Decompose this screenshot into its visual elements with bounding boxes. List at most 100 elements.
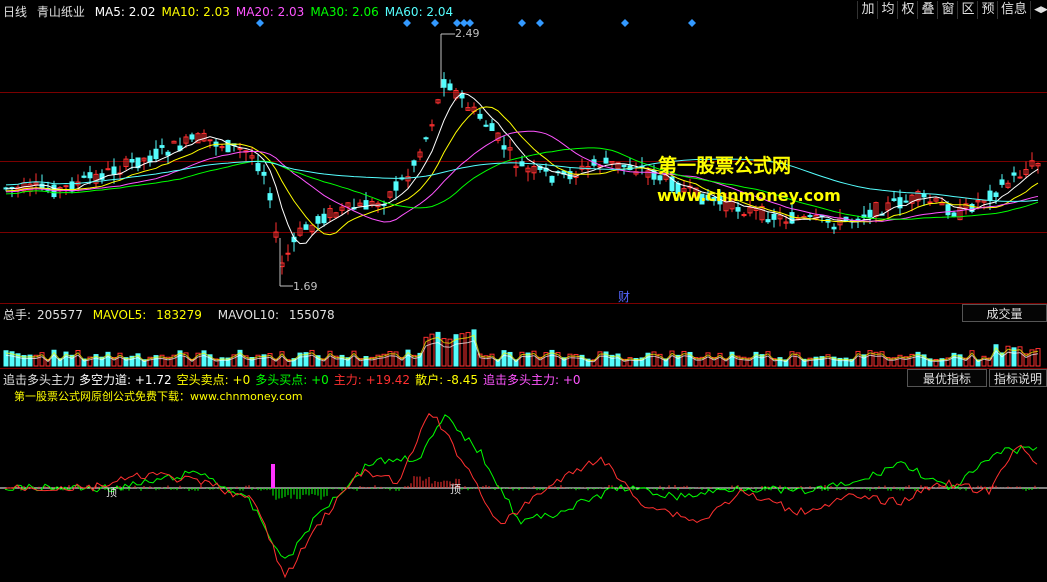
candle-body [321,213,327,224]
high-price-label: 2.49 [455,27,480,40]
candle-body [447,83,453,91]
top-marker-1: 顶 [106,486,117,499]
candle-body [1011,172,1017,176]
candle-body [363,200,369,210]
candle-body [735,207,741,212]
candle-body [771,213,777,220]
candle-body [105,168,111,171]
candle-body [921,193,927,198]
candle-body [189,134,195,140]
toolbar-button-5[interactable]: 区 [957,1,978,19]
indicator-value-0: 多空力道: +1.72 [79,373,172,387]
candle-body [165,151,171,156]
volume-chart[interactable] [0,320,1047,368]
candle-body [207,139,213,142]
candle-body [951,212,957,217]
candle-body [255,163,261,172]
signal-diamond-icon [621,19,629,27]
toolbar-button-0[interactable]: 加 [857,1,878,19]
indicator-divider [0,368,1047,369]
signal-diamond-icon [518,19,526,27]
toolbar-button-4[interactable]: 窗 [937,1,958,19]
candle-body [603,157,609,164]
candle-body [549,175,555,183]
signal-diamond-icon [536,19,544,27]
candle-body [987,190,993,201]
candle-body [81,175,87,178]
candle-body [285,252,291,255]
candle-body [303,224,309,230]
candle-body [393,181,399,191]
candle-body [807,215,813,218]
candle-body [261,171,267,176]
candle-body [999,179,1005,185]
toolbar-button-6[interactable]: 预 [977,1,998,19]
indicator-value-2: 多头买点: +0 [255,373,329,387]
indicator-info: 追击多头主力 多空力道: +1.72 空头卖点: +0 多头买点: +0 主力: +19… [3,371,586,388]
indicator-chart[interactable] [0,402,1047,582]
candle-body [867,209,873,218]
period-label[interactable]: 日线 [3,5,27,19]
candle-body [147,155,153,163]
candle-body [483,124,489,127]
candle-body [267,193,273,201]
watermark-url: www.chnmoney.com [657,186,841,205]
candle-body [237,147,243,150]
signal-diamond-icon [453,19,461,27]
main-force-line [4,412,1038,579]
candle-body [765,219,771,223]
candle-body [519,161,525,167]
candle-body [621,164,627,168]
candle-body [129,159,135,163]
candle-body [903,200,909,203]
indicator-values: 多空力道: +1.72 空头卖点: +0 多头买点: +0 主力: +19.42 散户:… [79,373,586,387]
indicator-value-1: 空头卖点: +0 [176,373,251,387]
toolbar-button-3[interactable]: 叠 [917,1,938,19]
candle-body [411,160,417,166]
signal-diamond-icon [688,19,696,27]
candle-body [477,113,483,119]
ma-value-2: MA20: 2.03 [235,5,305,19]
candle-body [489,123,495,131]
ma-value-0: MA5: 2.02 [94,5,156,19]
signal-diamond-icon [403,19,411,27]
ma-value-4: MA60: 2.04 [384,5,454,19]
signal-diamond-icon [466,19,474,27]
indicator-name[interactable]: 追击多头主力 [3,373,75,387]
candle-body [831,226,837,230]
best-indicator-button[interactable]: 最优指标 [907,369,987,387]
signal-diamond-icon [431,19,439,27]
ma-value-1: MA10: 2.03 [161,5,230,19]
candle-body [63,185,69,188]
candle-body [87,172,93,179]
toolbar-button-7[interactable]: 信息 [997,1,1030,19]
scroll-arrows-icon[interactable]: ◀▶ [1030,1,1047,19]
candle-body [423,137,429,140]
watermark-title: 第一股票公式网 [658,155,792,177]
candle-body [789,212,795,224]
indicator-value-3: 主力: +19.42 [333,373,411,387]
toolbar-button-2[interactable]: 权 [897,1,918,19]
signal-diamond-icon [256,19,264,27]
low-price-label: 1.69 [293,280,318,293]
toolbar-button-1[interactable]: 均 [877,1,898,19]
volume-dropdown-label: 成交量 [986,307,1023,321]
indicator-help-label: 指标说明 [993,372,1042,386]
retail-line [4,414,1038,559]
candle-body [993,192,999,198]
candle-body [441,79,447,88]
indicator-help-button[interactable]: 指标说明 [989,369,1047,387]
price-chart[interactable] [0,18,1047,303]
candle-body [945,204,951,216]
ma-value-3: MA30: 2.06 [310,5,379,19]
best-indicator-label: 最优指标 [922,372,971,386]
candle-body [927,201,933,204]
volume-divider [0,303,1047,304]
top-marker-2: 顶 [450,483,461,496]
stock-name: 青山纸业 [36,5,85,19]
indicator-value-4: 散户: -8.45 [415,373,478,387]
signal-bar [271,464,275,488]
candle-body [891,198,897,201]
candle-body [1017,176,1023,179]
moving-average-line [5,130,1039,223]
